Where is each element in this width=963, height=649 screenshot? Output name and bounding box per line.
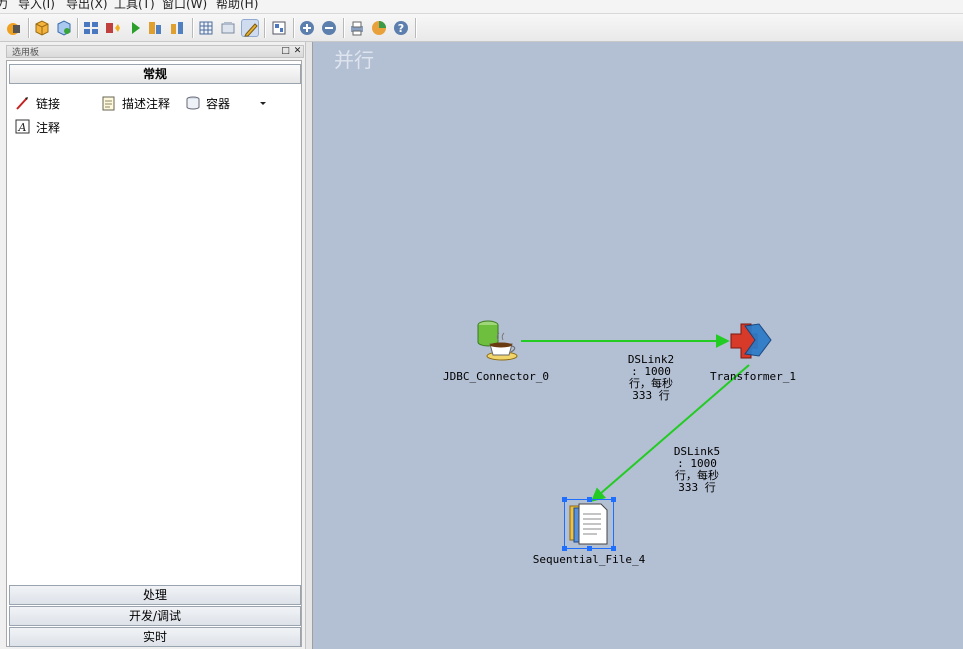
jdbc-connector-label: JDBC_Connector_0 <box>443 370 549 383</box>
palette-item-label: 链接 <box>36 96 61 111</box>
print-icon[interactable] <box>348 19 366 37</box>
stage-label-transformer: Transformer_1 <box>691 370 815 383</box>
palette-item-label: 注释 <box>36 120 61 135</box>
panel-splitter[interactable] <box>305 42 313 649</box>
palette-title-bar: 选用板 □ ✕ <box>6 45 304 58</box>
link-label-dslink2: DSLink2 : 1000 行，每秒 333 行 <box>617 354 685 402</box>
grid-icon[interactable] <box>197 19 215 37</box>
repository-icon[interactable] <box>33 19 51 37</box>
selection-handle[interactable] <box>611 497 616 502</box>
menu-window[interactable]: 窗口(W) <box>162 0 207 12</box>
stage-transformer[interactable] <box>727 320 773 360</box>
compile-icon[interactable] <box>55 19 73 37</box>
snap-icon[interactable] <box>219 19 237 37</box>
selection-handle[interactable] <box>611 546 616 551</box>
help-icon[interactable]: ? <box>392 19 410 37</box>
category-realtime[interactable]: 实时 <box>9 627 301 647</box>
menu-export[interactable]: 导出(X) <box>66 0 108 12</box>
svg-text:A: A <box>18 121 27 134</box>
describe-annotation-icon <box>102 96 115 111</box>
palette-item-describe-annotation[interactable]: 描述注释 <box>101 94 170 112</box>
transformer-label: Transformer_1 <box>709 370 797 383</box>
palette-icon[interactable] <box>4 19 22 37</box>
menubar: 力 导入(I) 导出(X) 工具(T) 窗口(W) 帮助(H) <box>0 0 963 14</box>
toolbar: ? <box>0 14 963 42</box>
job-log-icon[interactable] <box>146 19 164 37</box>
run-icon[interactable] <box>126 19 144 37</box>
sequential-file-label: Sequential_File_4 <box>532 553 646 566</box>
layout-icon[interactable] <box>270 19 288 37</box>
palette-item-label: 容器 <box>206 96 231 111</box>
palette-title: 选用板 <box>12 48 40 58</box>
palette-panel: 选用板 □ ✕ 常规 链接 描述注释 容器 A 注释 处理 开发/调试 实时 <box>0 42 310 649</box>
menu-help[interactable]: 帮助(H) <box>216 0 258 12</box>
close-icon[interactable]: ✕ <box>292 46 303 57</box>
palette-item-container[interactable]: 容器 <box>185 94 230 112</box>
category-dev-debug[interactable]: 开发/调试 <box>9 606 301 626</box>
restore-icon[interactable]: □ <box>280 46 291 57</box>
zoom-out-icon[interactable] <box>320 19 338 37</box>
stage-sequential-file[interactable] <box>562 497 616 551</box>
chart-icon[interactable] <box>370 19 388 37</box>
director-icon[interactable] <box>168 19 186 37</box>
menu-tools[interactable]: 工具(T) <box>114 0 155 12</box>
palette-item-annotation[interactable]: A 注释 <box>15 118 60 136</box>
container-icon <box>186 96 200 110</box>
link-icon <box>16 97 28 110</box>
job-canvas[interactable]: 并行 JDBC_Connector_0 Transformer_1 Sequen… <box>313 42 963 649</box>
link-rate: 333 行 <box>678 481 716 494</box>
zoom-in-icon[interactable] <box>298 19 316 37</box>
stage-jdbc-connector[interactable] <box>470 318 520 364</box>
grid-stages-icon[interactable] <box>82 19 100 37</box>
annotation-icon: A <box>15 119 30 134</box>
validate-icon[interactable] <box>104 19 122 37</box>
stage-label-jdbc: JDBC_Connector_0 <box>431 370 561 383</box>
palette-body: 常规 链接 描述注释 容器 A 注释 处理 开发/调试 实时 <box>6 60 302 647</box>
stage-label-seqfile: Sequential_File_4 <box>519 553 659 566</box>
link-rate: 333 行 <box>632 389 670 402</box>
menu-item[interactable]: 力 <box>0 0 8 12</box>
chevron-down-icon <box>260 102 266 105</box>
category-processing[interactable]: 处理 <box>9 585 301 605</box>
selection-handle[interactable] <box>587 497 592 502</box>
pencil-icon[interactable] <box>241 19 259 37</box>
selection-handle[interactable] <box>562 497 567 502</box>
palette-item-label: 描述注释 <box>122 96 171 111</box>
sequential-file-icon <box>569 503 608 545</box>
selection-handle[interactable] <box>562 546 567 551</box>
menu-import[interactable]: 导入(I) <box>18 0 55 12</box>
more-dropdown[interactable] <box>255 94 271 112</box>
palette-item-link[interactable]: 链接 <box>15 94 60 112</box>
svg-text:?: ? <box>398 22 404 35</box>
category-general[interactable]: 常规 <box>9 64 301 84</box>
selection-handle[interactable] <box>587 546 592 551</box>
jdbc-connector-icon <box>477 320 518 361</box>
transformer-icon <box>730 323 772 359</box>
link-label-dslink5: DSLink5 : 1000 行，每秒 333 行 <box>663 446 731 494</box>
